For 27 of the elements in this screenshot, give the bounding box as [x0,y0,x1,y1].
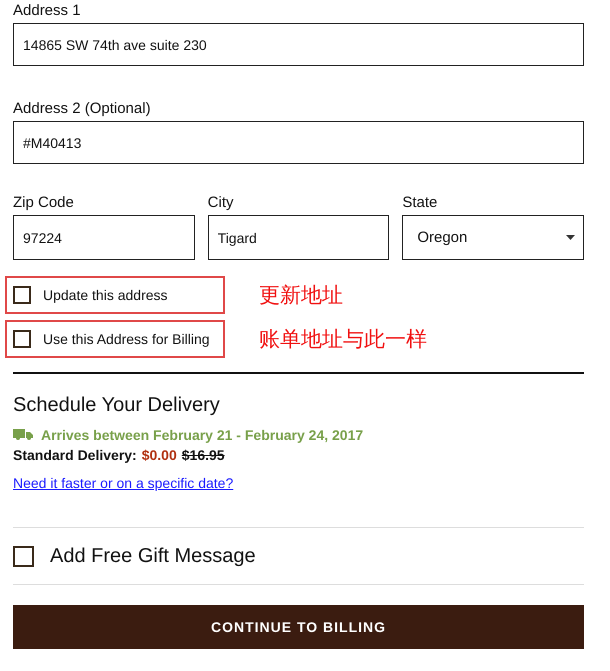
input-field[interactable]: Tigard [208,215,390,260]
truck-icon [13,429,33,441]
original-price: $16.95 [182,447,225,463]
input-field[interactable]: 14865 SW 74th ave suite 230 [13,23,584,66]
input-field[interactable]: #M40413 [13,121,584,164]
continue-button[interactable]: CONTINUE TO BILLING [13,605,584,649]
field-label: Address 2 (Optional) [13,100,152,117]
annotation-note: 更新地址 [259,283,343,309]
annotation-note: 账单地址与此一样 [259,327,427,353]
field-label: Zip Code [13,194,75,211]
checkbox-label: Use this Address for Billing [43,331,210,347]
checkbox[interactable] [13,546,34,566]
checkbox-label: Add Free Gift Message [50,544,256,568]
input-field[interactable]: 97224 [13,215,195,260]
delivery-price: $0.00 [142,447,177,463]
checkbox[interactable] [13,286,31,304]
state-dropdown[interactable]: Oregon [402,215,584,260]
field-label: City [208,194,234,211]
arrival-text: Arrives between February 21 - February 24, 2017 [41,427,364,443]
delivery-label: Standard Delivery: [13,447,137,463]
checkbox[interactable] [13,330,31,348]
field-label: State [402,194,438,211]
section-title: Schedule Your Delivery [13,394,221,417]
caret-icon [566,235,575,240]
field-label: Address 1 [13,2,82,19]
checkbox-label: Update this address [43,287,168,303]
delivery-options-link[interactable]: Need it faster or on a specific date? [13,475,234,491]
